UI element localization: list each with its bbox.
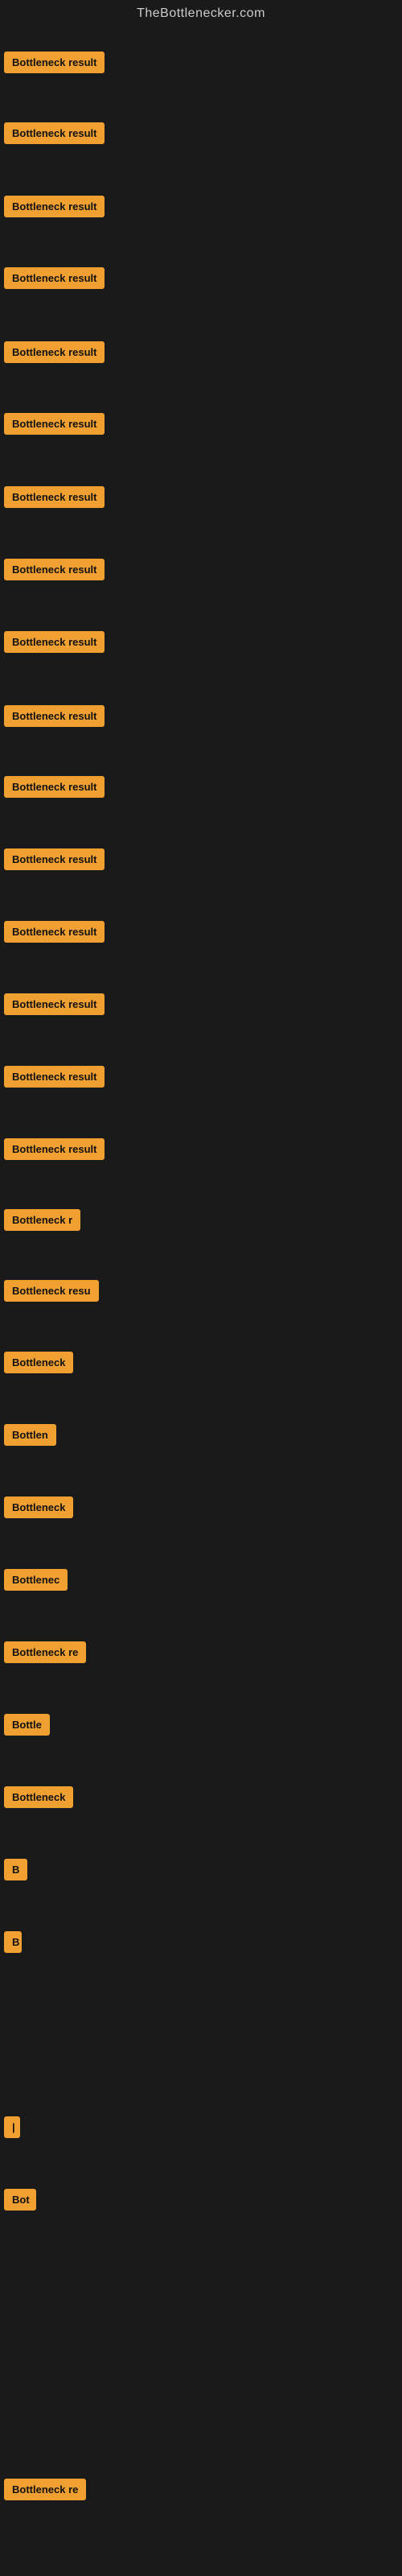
bottleneck-bar-row: Bottleneck result — [4, 267, 105, 293]
bottleneck-result-label[interactable]: Bottle — [4, 1714, 50, 1736]
bottleneck-result-label[interactable]: Bottleneck result — [4, 486, 105, 508]
bottleneck-bar-row: Bottleneck result — [4, 921, 105, 947]
bottleneck-result-label[interactable]: Bot — [4, 2189, 36, 2211]
bottleneck-bar-row: Bottleneck result — [4, 413, 105, 439]
bottleneck-bar-row: Bottlen — [4, 1424, 56, 1450]
bottleneck-result-label[interactable]: Bottleneck r — [4, 1209, 80, 1231]
bottleneck-bar-row: Bottleneck result — [4, 52, 105, 77]
bottleneck-result-label[interactable]: Bottleneck — [4, 1786, 73, 1808]
bottleneck-result-label[interactable]: Bottleneck result — [4, 993, 105, 1015]
bottleneck-result-label[interactable]: Bottleneck re — [4, 2479, 86, 2500]
bottleneck-result-label[interactable]: B — [4, 1931, 22, 1953]
bottleneck-bar-row: Bottleneck result — [4, 776, 105, 802]
bottleneck-bar-row: Bottleneck result — [4, 1138, 105, 1164]
bottleneck-result-label[interactable]: Bottleneck result — [4, 848, 105, 870]
bottleneck-bar-row: | — [4, 2116, 20, 2142]
bottleneck-result-label[interactable]: Bottleneck result — [4, 196, 105, 217]
bottleneck-bar-row: Bottleneck result — [4, 631, 105, 657]
bottleneck-bar-row: Bottleneck r — [4, 1209, 80, 1235]
bottleneck-result-label[interactable]: Bottleneck result — [4, 705, 105, 727]
bottleneck-result-label[interactable]: Bottleneck result — [4, 921, 105, 943]
bottleneck-result-label[interactable]: Bottleneck — [4, 1352, 73, 1373]
bottleneck-bar-row: Bottleneck result — [4, 1066, 105, 1092]
bottleneck-result-label[interactable]: Bottleneck result — [4, 413, 105, 435]
bottleneck-bar-row: Bottlenec — [4, 1569, 68, 1595]
bottleneck-result-label[interactable]: Bottleneck re — [4, 1641, 86, 1663]
bottleneck-bar-row: Bottleneck — [4, 1352, 73, 1377]
bottleneck-bar-row: Bottleneck re — [4, 1641, 86, 1667]
bottleneck-bar-row: Bottleneck resu — [4, 1280, 99, 1306]
bottleneck-result-label[interactable]: Bottleneck result — [4, 52, 105, 73]
bottleneck-result-label[interactable]: Bottleneck result — [4, 341, 105, 363]
bottleneck-bar-row: Bottle — [4, 1714, 50, 1740]
bottleneck-bar-row: Bottleneck — [4, 1786, 73, 1812]
bottleneck-bar-row: B — [4, 1931, 22, 1957]
bottleneck-result-label[interactable]: Bottlenec — [4, 1569, 68, 1591]
bottleneck-bar-row: Bottleneck result — [4, 196, 105, 221]
bottleneck-bar-row: Bottleneck re — [4, 2479, 86, 2504]
bottleneck-result-label[interactable]: Bottleneck result — [4, 559, 105, 580]
bottleneck-result-label[interactable]: B — [4, 1859, 27, 1880]
bottleneck-result-label[interactable]: | — [4, 2116, 20, 2138]
bottleneck-bar-row: B — [4, 1859, 27, 1885]
bottleneck-result-label[interactable]: Bottleneck result — [4, 267, 105, 289]
bottleneck-bar-row: Bottleneck — [4, 1496, 73, 1522]
bottleneck-bar-row: Bottleneck result — [4, 705, 105, 731]
bottleneck-result-label[interactable]: Bottleneck result — [4, 631, 105, 653]
bottleneck-result-label[interactable]: Bottlen — [4, 1424, 56, 1446]
bottleneck-result-label[interactable]: Bottleneck result — [4, 1138, 105, 1160]
bottleneck-bar-row: Bottleneck result — [4, 486, 105, 512]
bottleneck-bar-row: Bottleneck result — [4, 993, 105, 1019]
bottleneck-bar-row: Bottleneck result — [4, 122, 105, 148]
site-title: TheBottlenecker.com — [0, 0, 402, 27]
bottleneck-result-label[interactable]: Bottleneck result — [4, 122, 105, 144]
bottleneck-bar-row: Bottleneck result — [4, 559, 105, 584]
bottleneck-bar-row: Bottleneck result — [4, 848, 105, 874]
bottleneck-result-label[interactable]: Bottleneck — [4, 1496, 73, 1518]
bottleneck-bar-row: Bot — [4, 2189, 36, 2215]
bottleneck-result-label[interactable]: Bottleneck resu — [4, 1280, 99, 1302]
bottleneck-bar-row: Bottleneck result — [4, 341, 105, 367]
bottleneck-result-label[interactable]: Bottleneck result — [4, 1066, 105, 1088]
bottleneck-result-label[interactable]: Bottleneck result — [4, 776, 105, 798]
